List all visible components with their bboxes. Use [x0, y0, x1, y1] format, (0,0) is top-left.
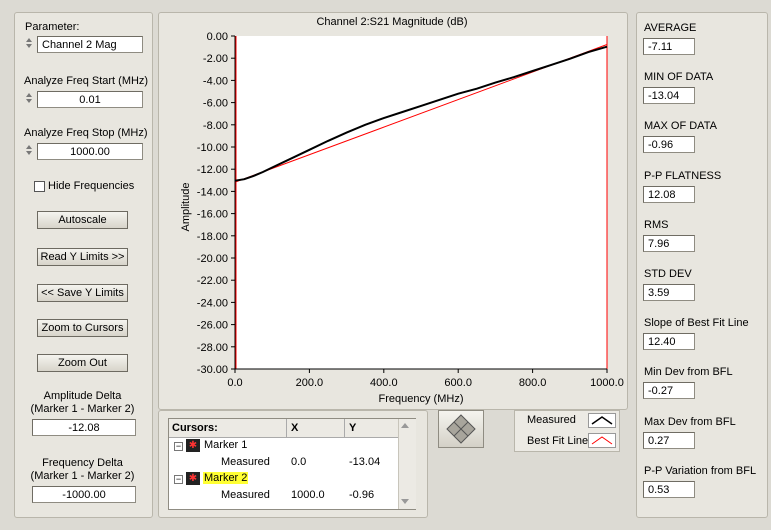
read-y-limits-button[interactable]: Read Y Limits >>: [37, 248, 128, 266]
stat-value-p-p-variation-from-bfl: 0.53: [643, 480, 695, 498]
stop-freq-field[interactable]: 1000.00: [37, 143, 143, 160]
stat-label-p-p-variation-from-bfl: P-P Variation from BFL: [644, 464, 757, 477]
parameter-spinner[interactable]: [24, 36, 34, 53]
cursors-header: Cursors:: [172, 422, 218, 434]
parameter-label: Parameter:: [25, 21, 80, 33]
stat-label-min-of-data: MIN OF DATA: [644, 71, 714, 84]
stat-label-p-p-flatness: P-P FLATNESS: [644, 169, 722, 182]
frequency-delta-field: -1000.00: [32, 486, 136, 503]
stat-value-slope-of-best-fit-line: 12.40: [643, 333, 695, 351]
stat-value-max-of-data: -0.96: [643, 136, 695, 154]
chart-title: Channel 2:S21 Magnitude (dB): [316, 16, 468, 28]
marker2-label[interactable]: Marker 2: [203, 472, 249, 484]
legend-bfl-label: Best Fit Line: [527, 435, 589, 447]
marker2-x-value: 1000.0: [291, 489, 325, 501]
stat-label-slope-of-best-fit-line: Slope of Best Fit Line: [644, 317, 749, 330]
marker2-icon: ✱: [186, 472, 200, 485]
x-column-header: X: [291, 422, 299, 434]
cursors-table[interactable]: Cursors: X Y − ✱ Marker 1 Measured 0.0 -…: [168, 418, 416, 510]
start-freq-field[interactable]: 0.01: [37, 91, 143, 108]
marker1-label[interactable]: Marker 1: [204, 439, 247, 451]
stop-freq-spinner[interactable]: [24, 143, 34, 160]
marker2-collapse-icon[interactable]: −: [174, 475, 183, 484]
amplitude-delta-sublabel: (Marker 1 - Marker 2): [30, 403, 135, 415]
frequency-delta-sublabel: (Marker 1 - Marker 2): [30, 470, 135, 482]
zoom-out-button[interactable]: Zoom Out: [37, 354, 128, 372]
start-freq-spinner[interactable]: [24, 91, 34, 108]
amplitude-delta-field: -12.08: [32, 419, 136, 436]
hide-frequencies-label: Hide Frequencies: [48, 180, 135, 192]
stat-value-p-p-flatness: 12.08: [643, 185, 695, 203]
legend-measured-label: Measured: [527, 414, 576, 426]
stat-value-max-dev-from-bfl: 0.27: [643, 431, 695, 449]
autoscale-button[interactable]: Autoscale: [37, 211, 128, 229]
table-scrollbar-down[interactable]: [401, 499, 409, 504]
stat-value-std-dev: 3.59: [643, 284, 695, 301]
frequency-delta-label: Frequency Delta: [42, 457, 123, 469]
marker1-measured-label: Measured: [221, 456, 270, 468]
start-freq-label: Analyze Freq Start (MHz): [24, 75, 149, 87]
pan-navigation-button[interactable]: [438, 410, 484, 448]
stat-value-average: -7.11: [643, 38, 695, 55]
chart-panel: [158, 12, 628, 410]
stat-label-std-dev: STD DEV: [644, 268, 692, 280]
marker1-x-value: 0.0: [291, 456, 307, 468]
marker1-y-value: -13.04: [349, 456, 381, 468]
stat-value-min-dev-from-bfl: -0.27: [643, 382, 695, 400]
y-column-header: Y: [349, 422, 357, 434]
stat-label-min-dev-from-bfl: Min Dev from BFL: [644, 366, 733, 379]
table-scrollbar-up[interactable]: [401, 423, 409, 428]
amplitude-delta-label: Amplitude Delta: [43, 390, 122, 402]
hide-frequencies-checkbox[interactable]: [34, 181, 45, 192]
zoom-to-cursors-button[interactable]: Zoom to Cursors: [37, 319, 128, 337]
marker1-collapse-icon[interactable]: −: [174, 442, 183, 451]
marker1-icon: ✱: [186, 439, 200, 452]
save-y-limits-button[interactable]: << Save Y Limits: [37, 284, 128, 302]
legend-bfl-swatch: [588, 433, 616, 448]
legend-measured-swatch: [588, 413, 616, 428]
stat-label-max-of-data: MAX OF DATA: [644, 120, 717, 133]
stat-label-rms: RMS: [644, 218, 669, 231]
stat-label-max-dev-from-bfl: Max Dev from BFL: [644, 415, 736, 428]
stat-value-rms: 7.96: [643, 234, 695, 252]
stat-label-average: AVERAGE: [644, 22, 697, 34]
marker2-y-value: -0.96: [349, 489, 375, 501]
diamond-pad-icon: [446, 414, 476, 444]
stop-freq-label: Analyze Freq Stop (MHz): [24, 127, 148, 139]
stat-value-min-of-data: -13.04: [643, 87, 695, 105]
parameter-field[interactable]: Channel 2 Mag: [37, 36, 143, 53]
marker2-measured-label: Measured: [221, 489, 270, 501]
